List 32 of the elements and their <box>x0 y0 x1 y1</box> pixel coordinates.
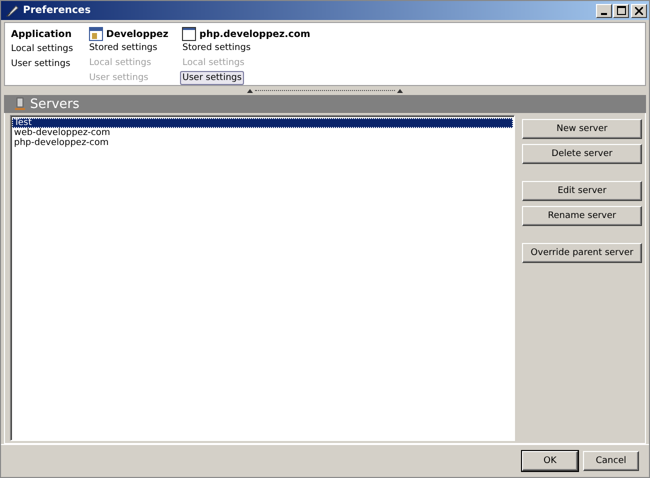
window-icon <box>182 27 196 41</box>
action-button[interactable]: Edit server <box>522 181 642 201</box>
scope-item[interactable]: Stored settings <box>180 41 253 55</box>
action-button[interactable]: New server <box>522 119 642 139</box>
dialog-button[interactable]: Cancel <box>583 451 639 471</box>
server-item[interactable]: Test <box>12 118 513 128</box>
action-button[interactable]: Delete server <box>522 144 642 164</box>
collapse-arrow-icon[interactable] <box>247 88 253 92</box>
scope-item[interactable]: User settings <box>180 71 244 85</box>
project-icon <box>89 27 104 41</box>
maximize-button[interactable] <box>613 4 629 18</box>
dialog-button[interactable]: OK <box>522 451 578 471</box>
scope-item[interactable]: User settings <box>9 57 72 71</box>
scope-item[interactable]: Local settings <box>9 42 76 56</box>
panel-title: Servers <box>30 96 80 112</box>
scope-item[interactable]: Stored settings <box>87 41 160 55</box>
close-icon <box>635 6 643 14</box>
feather-icon <box>5 4 19 18</box>
scope-title: Developpez <box>106 28 168 40</box>
collapse-arrow-icon[interactable] <box>397 88 403 92</box>
maximize-icon <box>616 6 626 15</box>
scope-title: php.developpez.com <box>199 28 310 40</box>
minimize-icon <box>601 12 607 14</box>
window-title: Preferences <box>23 5 92 16</box>
minimize-button[interactable] <box>596 4 612 18</box>
server-item[interactable]: web-developpez-com <box>12 128 513 138</box>
server-icon <box>14 97 26 111</box>
action-button[interactable]: Rename server <box>522 206 642 226</box>
scope-title: Application <box>11 29 72 40</box>
server-item[interactable]: php-developpez-com <box>12 138 513 148</box>
close-button[interactable] <box>631 4 647 18</box>
action-button[interactable]: Override parent server <box>522 243 642 263</box>
